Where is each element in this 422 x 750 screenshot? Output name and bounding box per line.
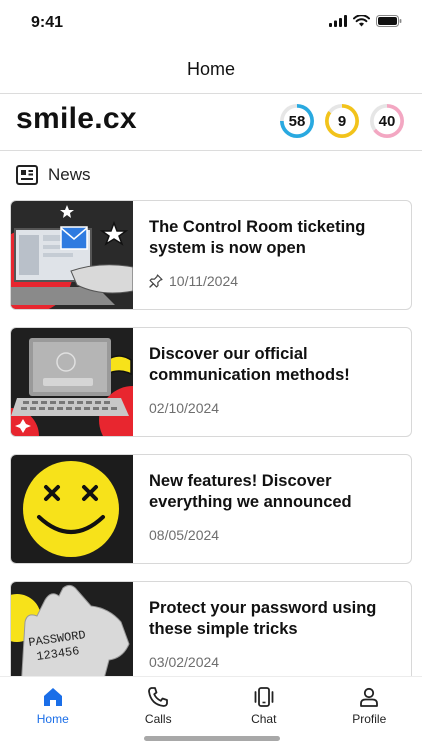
news-title: Discover our official communication meth… (149, 345, 350, 384)
signal-icon (329, 15, 347, 27)
stat-ring-value: 58 (288, 112, 306, 130)
newspaper-icon (16, 165, 38, 185)
tab-label: Home (36, 712, 69, 726)
wifi-icon (353, 15, 370, 27)
status-icons (329, 15, 402, 27)
news-title: New features! Discover everything we ann… (149, 472, 352, 511)
news-thumbnail: PASSWORD 123456 (11, 582, 133, 690)
news-thumbnail (11, 201, 133, 309)
status-time: 9:41 (31, 14, 64, 31)
tab-label: Calls (144, 712, 172, 726)
stat-ring-value: 40 (378, 112, 396, 130)
stat-ring-value: 9 (337, 112, 347, 130)
news-date: 08/05/2024 (149, 527, 220, 543)
tab-home[interactable]: Home (0, 677, 106, 750)
news-title: The Control Room ticketing system is now… (149, 218, 366, 257)
news-thumbnail (11, 328, 133, 436)
stats-rings: 58 9 40 (280, 104, 404, 138)
news-title: Protect your password using these simple… (149, 599, 377, 638)
status-bar: 9:41 (0, 0, 422, 46)
nav-bar: Home (0, 46, 422, 94)
tab-profile[interactable]: Profile (317, 677, 422, 750)
brand-row: smile.cx 58 9 40 (0, 94, 422, 151)
chat-device-icon (254, 687, 274, 707)
news-card[interactable]: New features! Discover everything we ann… (10, 454, 412, 564)
news-section-header: News (16, 160, 91, 190)
brand-logo: smile.cx (16, 102, 137, 135)
section-title: News (48, 165, 91, 184)
page-title: Home (186, 59, 235, 79)
stat-ring-1[interactable]: 58 (280, 104, 314, 138)
phone-icon (148, 687, 169, 707)
news-thumbnail (11, 455, 133, 563)
tab-label: Chat (251, 712, 277, 726)
home-indicator (144, 736, 280, 741)
news-card[interactable]: Discover our official communication meth… (10, 327, 412, 437)
news-date: 10/11/2024 (169, 273, 239, 289)
news-card[interactable]: PASSWORD 123456 Protect your password us… (10, 581, 412, 691)
stat-ring-3[interactable]: 40 (370, 104, 404, 138)
profile-icon (360, 687, 379, 707)
news-card[interactable]: The Control Room ticketing system is now… (10, 200, 412, 310)
news-date: 02/10/2024 (149, 400, 220, 416)
tab-label: Profile (352, 712, 387, 726)
stat-ring-2[interactable]: 9 (325, 104, 359, 138)
pin-icon (149, 274, 163, 288)
news-date: 03/02/2024 (149, 654, 220, 670)
battery-icon (376, 15, 402, 27)
home-icon (43, 688, 62, 706)
